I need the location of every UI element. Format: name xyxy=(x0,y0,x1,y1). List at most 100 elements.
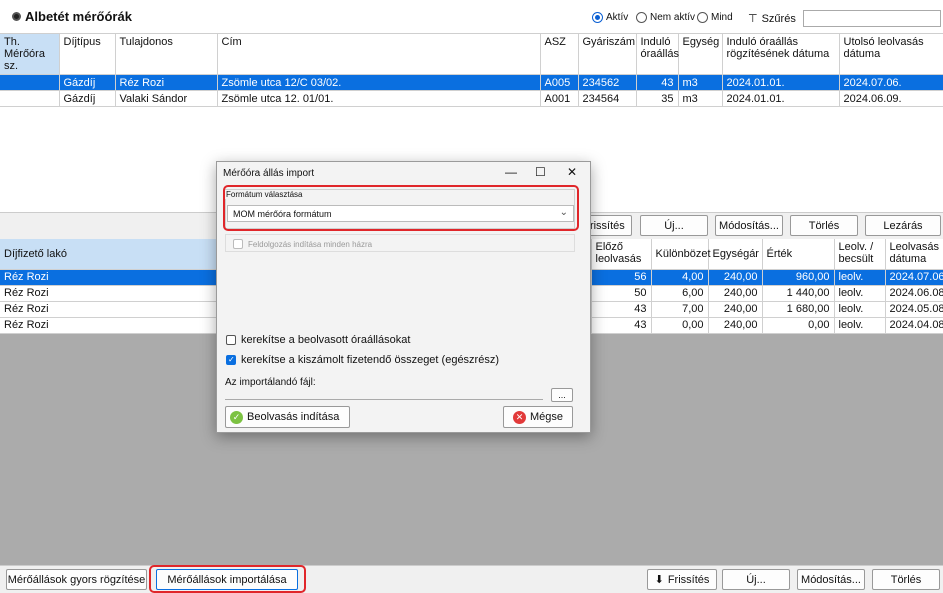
label: Lezárás xyxy=(883,219,923,232)
cell: 960,00 xyxy=(762,269,835,286)
col-unit-price[interactable]: Egységár xyxy=(708,239,763,270)
round-readings-checkbox[interactable] xyxy=(226,335,236,345)
col-difference[interactable]: Különbözet xyxy=(651,239,711,270)
cell: 2024.01.01. xyxy=(722,74,840,91)
mid-close-button[interactable]: Lezárás xyxy=(865,215,941,236)
cell: 50 xyxy=(591,285,652,302)
col-start-date[interactable]: Induló óraállás rögzítésének dátuma xyxy=(722,34,840,75)
cell: m3 xyxy=(678,90,723,107)
label: Módosítás... xyxy=(801,573,861,586)
mid-edit-button[interactable]: Módosítás... xyxy=(715,215,783,236)
col-meter-no[interactable]: Th. Mérőóra sz. xyxy=(0,34,60,75)
browse-button[interactable]: ... xyxy=(551,388,573,402)
label: Mérőállások gyors rögzítése xyxy=(7,573,146,586)
filter-active[interactable]: Aktív xyxy=(592,12,628,23)
label: Törlés xyxy=(808,219,840,232)
bottom-refresh-button[interactable]: ⬇ Frissítés xyxy=(647,569,717,590)
app-title-text: Albetét mérőórák xyxy=(25,9,132,24)
mid-delete-button[interactable]: Törlés xyxy=(790,215,858,236)
cell: 2024.01.01. xyxy=(722,90,840,107)
cell xyxy=(0,74,60,91)
round-amount-checkbox[interactable] xyxy=(226,355,236,365)
col-prev-reading[interactable]: Előző leolvasás xyxy=(591,239,652,270)
round-amount-option[interactable]: kerekítse a kiszámolt fizetendő összeget… xyxy=(226,354,499,366)
file-input[interactable] xyxy=(225,391,543,400)
app-icon xyxy=(12,12,21,21)
maximize-icon[interactable]: ☐ xyxy=(535,165,546,179)
label: Frissítés xyxy=(667,573,710,586)
cell: 240,00 xyxy=(708,301,763,318)
cell: 2024.07.06. xyxy=(885,269,943,286)
col-unit[interactable]: Egység xyxy=(678,34,723,75)
col-address[interactable]: Cím xyxy=(217,34,541,75)
cell: Zsömle utca 12/C 03/02. xyxy=(217,74,541,91)
cell: 2024.06.08. xyxy=(885,285,943,302)
table-row[interactable]: Gázdíj Valaki Sándor Zsömle utca 12. 01/… xyxy=(0,90,943,107)
label: Mégse xyxy=(529,411,564,423)
cell: Valaki Sándor xyxy=(115,90,218,107)
minimize-icon[interactable]: — xyxy=(505,165,517,179)
cell: leolv. xyxy=(834,285,886,302)
col-start-reading[interactable]: Induló óraállás xyxy=(636,34,679,75)
quick-entry-button[interactable]: Mérőállások gyors rögzítése xyxy=(6,569,147,590)
table-row[interactable]: Gázdíj Réz Rozi Zsömle utca 12/C 03/02. … xyxy=(0,74,943,91)
label: Új... xyxy=(664,219,684,232)
cell: 1 440,00 xyxy=(762,285,835,302)
cell: 43 xyxy=(591,317,652,334)
download-icon: ⬇ xyxy=(654,574,664,586)
start-import-button[interactable]: ✓ Beolvasás indítása xyxy=(225,406,350,428)
filter-label: ⊤ Szűrés xyxy=(748,12,796,26)
bottom-delete-button[interactable]: Törlés xyxy=(872,569,940,590)
funnel-icon: ⊤ xyxy=(748,13,758,25)
label: Új... xyxy=(746,573,766,586)
cell: Gázdíj xyxy=(59,74,116,91)
cell: A001 xyxy=(540,90,579,107)
bottom-edit-button[interactable]: Módosítás... xyxy=(797,569,865,590)
col-last-read[interactable]: Utolsó leolvasás dátuma xyxy=(839,34,943,75)
all-houses-frame xyxy=(225,234,575,252)
filter-all[interactable]: Mind xyxy=(697,12,733,23)
highlight-import xyxy=(149,565,306,593)
cell xyxy=(0,90,60,107)
close-icon[interactable]: ✕ xyxy=(567,165,577,179)
col-read-est[interactable]: Leolv. / becsült xyxy=(834,239,886,270)
label: Módosítás... xyxy=(719,219,779,232)
col-asz[interactable]: ASZ xyxy=(540,34,579,75)
cell: 0,00 xyxy=(651,317,709,334)
cell: leolv. xyxy=(834,269,886,286)
cell: Zsömle utca 12. 01/01. xyxy=(217,90,541,107)
radio-inactive-icon[interactable] xyxy=(636,12,647,23)
round-readings-label: kerekítse a beolvasott óraállásokat xyxy=(241,334,411,346)
import-dialog: Mérőóra állás import — ☐ ✕ Formátum vála… xyxy=(216,161,591,433)
label: Beolvasás indítása xyxy=(247,411,340,423)
col-fee-type[interactable]: Díjtípus xyxy=(59,34,116,75)
cell: 4,00 xyxy=(651,269,709,286)
col-owner[interactable]: Tulajdonos xyxy=(115,34,218,75)
filter-active-label: Aktív xyxy=(606,12,629,23)
cancel-button[interactable]: ✕ Mégse xyxy=(503,406,573,428)
cell: 234564 xyxy=(578,90,637,107)
cell: 7,00 xyxy=(651,301,709,318)
filter-input[interactable] xyxy=(803,10,941,27)
filter-all-label: Mind xyxy=(711,12,733,23)
label: Törlés xyxy=(890,573,922,586)
cell: 6,00 xyxy=(651,285,709,302)
col-serial[interactable]: Gyáriszám xyxy=(578,34,637,75)
cell: leolv. xyxy=(834,301,886,318)
dialog-title: Mérőóra állás import xyxy=(223,168,315,179)
cell: 2024.06.09. xyxy=(839,90,943,107)
radio-all-icon[interactable] xyxy=(697,12,708,23)
bottom-new-button[interactable]: Új... xyxy=(722,569,790,590)
mid-new-button[interactable]: Új... xyxy=(640,215,708,236)
filter-inactive[interactable]: Nem aktív xyxy=(636,12,695,23)
round-readings-option[interactable]: kerekítse a beolvasott óraállásokat xyxy=(226,334,410,346)
cell: 43 xyxy=(591,301,652,318)
col-read-date[interactable]: Leolvasás dátuma xyxy=(885,239,943,270)
col-value[interactable]: Érték xyxy=(762,239,835,270)
label: ... xyxy=(558,390,566,400)
header-bar: Albetét mérőórák Aktív Nem aktív Mind ⊤ … xyxy=(0,0,943,34)
radio-active-icon[interactable] xyxy=(592,12,603,23)
cell: Gázdíj xyxy=(59,90,116,107)
cell: 2024.05.08. xyxy=(885,301,943,318)
cell: 234562 xyxy=(578,74,637,91)
